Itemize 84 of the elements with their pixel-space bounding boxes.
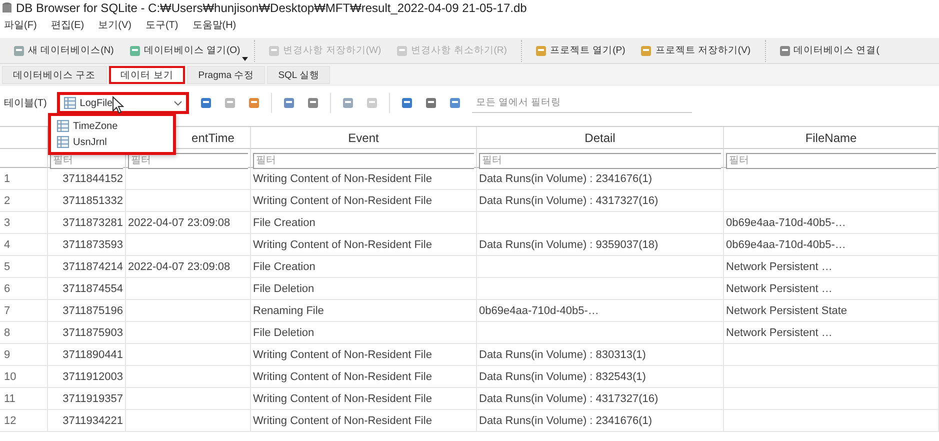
- table-cell: File Deletion: [251, 322, 477, 344]
- table-cell: Data Runs(in Volume) : 832543(1): [477, 366, 724, 388]
- row-number: 10: [0, 366, 48, 388]
- window-title: DB Browser for SQLite - C:₩Users₩hunjison₩Desktop₩MFT₩result_2022-04-09 21-05-17.db: [16, 1, 527, 15]
- table-cell: 3711873593: [48, 234, 126, 256]
- menu-item[interactable]: 도구(T): [145, 18, 178, 32]
- table-cell: Data Runs(in Volume) : 2341676(1): [477, 168, 724, 190]
- tab[interactable]: Pragma 수정: [187, 66, 266, 84]
- chevron-icon: [174, 100, 182, 106]
- table-cell: Network Persistent …: [724, 322, 939, 344]
- row-number: 9: [0, 344, 48, 366]
- table-cell: 3711844152: [48, 168, 126, 190]
- table-cell: 0b69e4aa-710d-40b5-…: [724, 234, 939, 256]
- table-cell: 3711919357: [48, 388, 126, 410]
- toolbar-button[interactable]: 데이터베이스 연결(: [772, 40, 888, 62]
- table-combobox[interactable]: LogFile: [56, 92, 189, 114]
- table-cell: File Creation: [251, 256, 477, 278]
- table-cell: File Deletion: [251, 278, 477, 300]
- table-cell: 3711875903: [48, 322, 126, 344]
- table-cell: Writing Content of Non-Resident File: [251, 366, 477, 388]
- toolbar-button[interactable]: 새 데이터베이스(N): [6, 40, 122, 62]
- table-cell: 3711873281: [48, 212, 126, 234]
- table-cell: Data Runs(in Volume) : 830313(1): [477, 344, 724, 366]
- row-number: 8: [0, 322, 48, 344]
- table-label: 테이블(T): [4, 97, 47, 110]
- row-number: 5: [0, 256, 48, 278]
- table-cell: Writing Content of Non-Resident File: [251, 234, 477, 256]
- row-number: 7: [0, 300, 48, 322]
- table-cell: Data Runs(in Volume) : 2341676(1): [477, 410, 724, 432]
- table-icon: [57, 136, 69, 148]
- table-cell: 0b69e4aa-710d-40b5-…: [724, 212, 939, 234]
- table-cell: 3711874214: [48, 256, 126, 278]
- toolbar-button[interactable]: 프로젝트 열기(P): [528, 40, 634, 62]
- menu-item[interactable]: 도움말(H): [192, 18, 236, 32]
- table-icon: [57, 120, 69, 132]
- row-number: 2: [0, 190, 48, 212]
- menu-item[interactable]: 보기(V): [98, 18, 132, 32]
- column-header[interactable]: Event: [251, 127, 477, 149]
- table-cell: Network Persistent …: [724, 256, 939, 278]
- table-cell: Writing Content of Non-Resident File: [251, 388, 477, 410]
- table-cell: 3711851332: [48, 190, 126, 212]
- table-cell: Writing Content of Non-Resident File: [251, 344, 477, 366]
- combobox-value: LogFile: [80, 98, 113, 108]
- row-number: 12: [0, 410, 48, 432]
- table-cell: Network Persistent …: [724, 278, 939, 300]
- table-icon: [64, 97, 76, 109]
- table-cell: Data Runs(in Volume) : 9359037(18): [477, 234, 724, 256]
- column-filter-field[interactable]: 필터: [253, 152, 474, 168]
- row-number: 6: [0, 278, 48, 300]
- table-cell: 2022-04-07 23:09:08: [126, 256, 251, 278]
- table-cell: Renaming File: [251, 300, 477, 322]
- table-cell: Data Runs(in Volume) : 4317327(16): [477, 190, 724, 212]
- column-header[interactable]: entTime: [126, 127, 251, 149]
- toolbar-button[interactable]: 데이터베이스 열기(O): [122, 40, 248, 62]
- table-cell: 3711875196: [48, 300, 126, 322]
- header-corner: [0, 127, 48, 149]
- table-cell: 3711912003: [48, 366, 126, 388]
- table-cell: Writing Content of Non-Resident File: [251, 190, 477, 212]
- table-cell: 0b69e4aa-710d-40b5-…: [477, 300, 724, 322]
- caret-icon: [242, 56, 248, 60]
- table-cell: File Creation: [251, 212, 477, 234]
- table-cell: Data Runs(in Volume) : 4317327(16): [477, 388, 724, 410]
- table-cell: 3711874554: [48, 278, 126, 300]
- row-number: 1: [0, 168, 48, 190]
- table-cell: Network Persistent State: [724, 300, 939, 322]
- table-cell: Writing Content of Non-Resident File: [251, 168, 477, 190]
- table-cell: 3711934221: [48, 410, 126, 432]
- column-header[interactable]: FileName: [724, 127, 939, 149]
- column-filter-field[interactable]: 필터: [726, 152, 936, 168]
- row-number: 4: [0, 234, 48, 256]
- row-number: 11: [0, 388, 48, 410]
- table-cell: 3711890441: [48, 344, 126, 366]
- row-number: 3: [0, 212, 48, 234]
- tab[interactable]: 데이터 보기: [108, 66, 186, 84]
- column-header[interactable]: Detail: [477, 127, 724, 149]
- tab[interactable]: 데이터베이스 구조: [2, 66, 107, 84]
- column-filter-field[interactable]: 필터: [128, 152, 248, 168]
- table-cell: 2022-04-07 23:09:08: [126, 212, 251, 234]
- table-cell: Writing Content of Non-Resident File: [251, 410, 477, 432]
- menu-item[interactable]: 편집(E): [50, 18, 84, 32]
- toolbar-button[interactable]: 프로젝트 저장하기(V): [633, 40, 759, 62]
- tab[interactable]: SQL 실행: [267, 66, 330, 84]
- column-filter-field[interactable]: 필터: [479, 152, 721, 168]
- menu-item[interactable]: 파일(F): [4, 18, 37, 32]
